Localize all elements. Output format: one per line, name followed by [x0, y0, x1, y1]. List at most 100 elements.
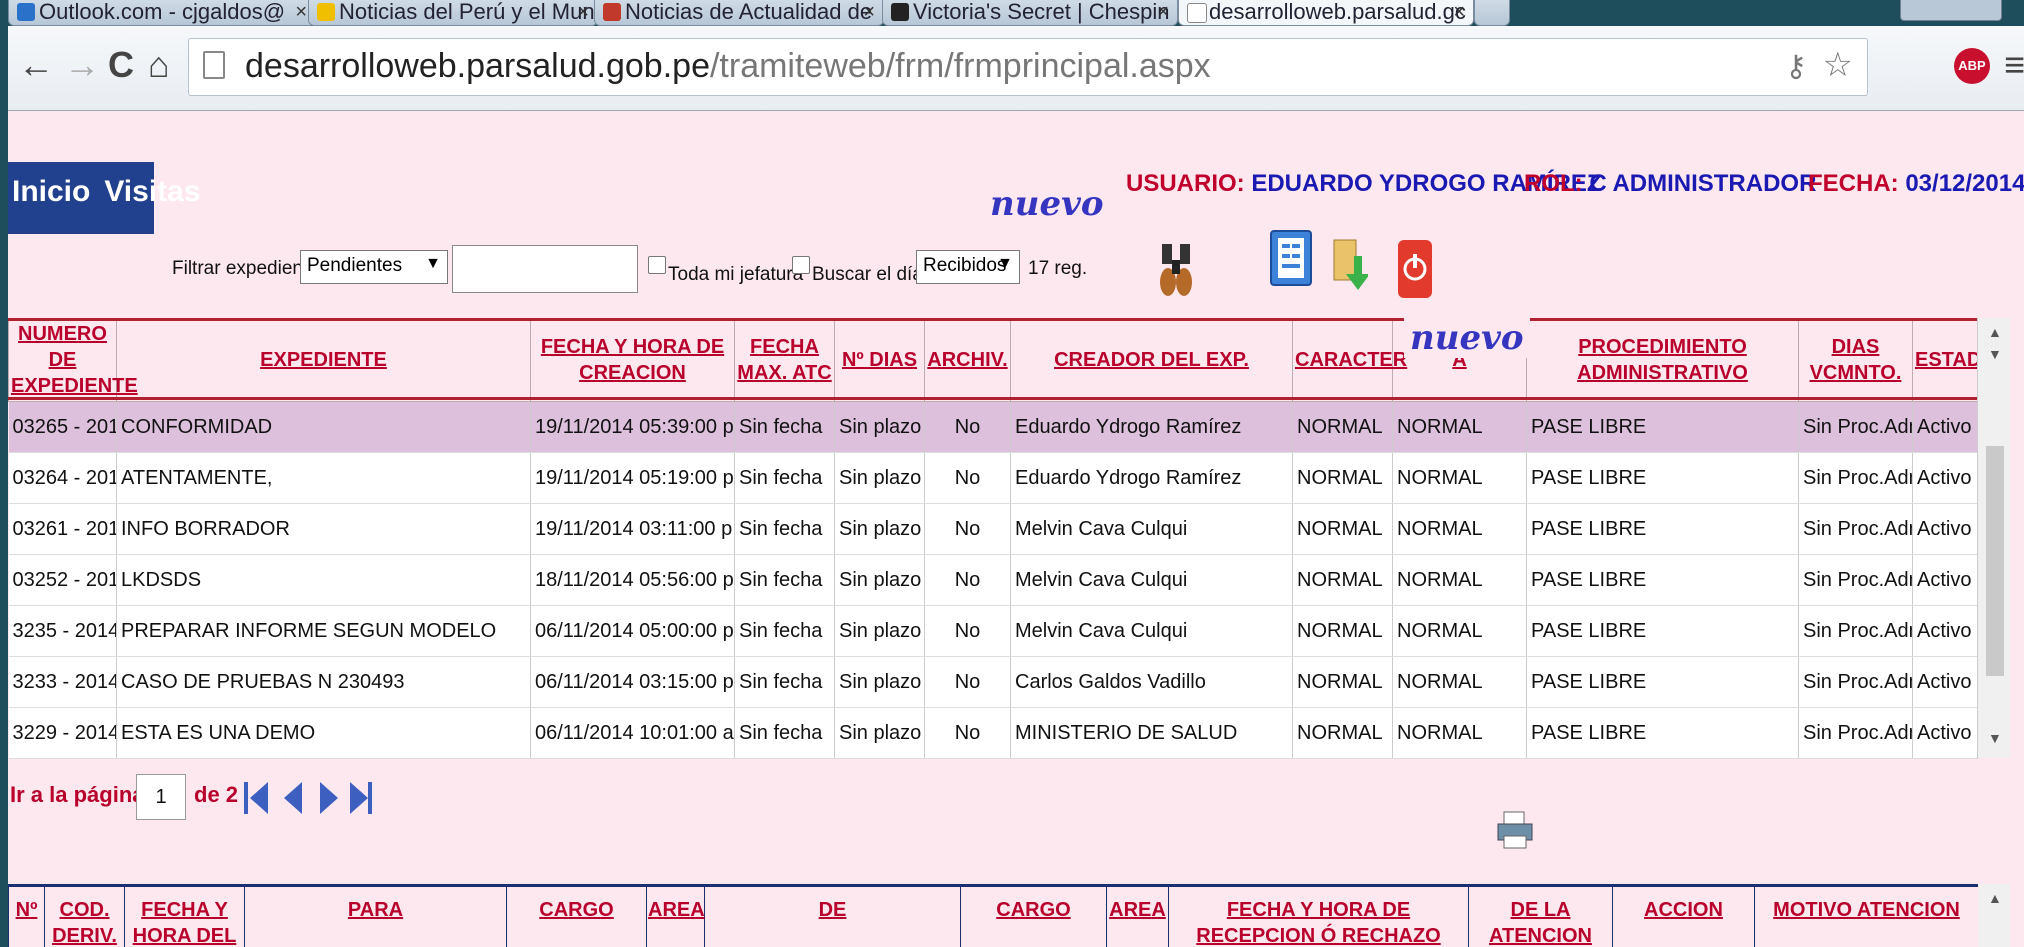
power-icon[interactable]	[1398, 240, 1432, 298]
table-row[interactable]: 03261 - 2014INFO BORRADOR19/11/2014 03:1…	[8, 503, 1979, 555]
column-header[interactable]: ACCION	[1612, 884, 1755, 947]
table-cell: Sin fecha	[734, 656, 835, 708]
table-cell: NORMAL	[1292, 707, 1393, 759]
menu-visitas[interactable]: Visitas	[104, 175, 200, 208]
column-header[interactable]: AREA	[646, 884, 705, 947]
column-header[interactable]: CREADOR DEL EXP.	[1010, 318, 1293, 402]
expedientes-table: NUMERO DE EXPEDIENTE EXPEDIENTE FECHA Y HO…	[8, 318, 1997, 759]
table-cell: Sin fecha	[734, 554, 835, 606]
column-header[interactable]: DIAS VCMNTO.	[1798, 318, 1913, 402]
column-header[interactable]: FECHA Y HORA DEL ENVIO	[124, 884, 245, 947]
filter-input[interactable]	[452, 245, 638, 293]
prev-page-icon[interactable]	[284, 782, 302, 814]
scroll-up-icon[interactable]: ▲	[1988, 324, 2002, 340]
column-header[interactable]: ESTADO	[1912, 318, 1997, 402]
table-row[interactable]: 3229 - 2014 ESTA ES UNA DEMO 06/11/2014 10…	[8, 707, 1979, 759]
buscar-dia-checkbox[interactable]	[792, 256, 810, 274]
column-header[interactable]: DE LA ATENCION	[1468, 884, 1613, 947]
table-scrollbar[interactable]: ▲ ▼ ▼	[1977, 318, 2010, 758]
document-list-icon[interactable]	[1270, 230, 1312, 286]
address-bar[interactable]: desarrolloweb.parsalud.gob.pe/tramiteweb…	[188, 38, 1868, 96]
table-cell: Sin plazo	[834, 503, 925, 555]
tipo-select[interactable]: Recibidos	[916, 250, 1020, 284]
tab-parsalud[interactable]: desarrolloweb.parsalud.gc ×	[1178, 0, 1474, 26]
table2-scrollbar[interactable]: ▲	[1978, 884, 2010, 947]
table-row[interactable]: 03264 - 2014ATENTAMENTE,19/11/2014 05:19…	[8, 452, 1979, 504]
page-input[interactable]: 1	[136, 774, 186, 820]
menu-icon[interactable]: ≡	[2004, 44, 2024, 86]
table-row[interactable]: 3235 - 2014 PREPARAR INFORME SEGUN MODELO…	[8, 605, 1979, 657]
tab-outlook[interactable]: Outlook.com - cjgaldos@ ×	[8, 0, 316, 26]
scroll-thumb[interactable]	[1986, 446, 2004, 676]
first-page-icon[interactable]	[250, 782, 268, 814]
table-cell: 03252 - 2014	[8, 554, 117, 606]
table-cell: Sin fecha	[734, 452, 835, 504]
table-row[interactable]: 3233 - 2014 CASO DE PRUEBAS N 230493 06/11…	[8, 656, 1979, 708]
printer-icon[interactable]	[1496, 810, 1534, 850]
last-page-icon[interactable]	[350, 782, 368, 814]
adblock-icon[interactable]: ABP	[1954, 48, 1990, 84]
column-header[interactable]: ARCHIV.	[924, 318, 1011, 402]
tab-victorias-secret[interactable]: Victoria's Secret | Chespin ×	[882, 0, 1178, 26]
close-icon[interactable]: ×	[863, 0, 875, 24]
back-icon[interactable]: ←	[18, 44, 54, 86]
table-cell: NORMAL	[1392, 554, 1527, 606]
table-row[interactable]: 03265 - 2014CONFORMIDAD19/11/2014 05:39:…	[8, 401, 1979, 453]
next-page-icon[interactable]	[320, 782, 338, 814]
filter-select[interactable]: Pendientes	[300, 250, 448, 284]
column-header[interactable]: PROCEDIMIENTO ADMINISTRATIVO	[1526, 318, 1799, 402]
reload-icon[interactable]: C	[108, 44, 134, 86]
close-icon[interactable]: ×	[577, 0, 589, 24]
column-header[interactable]: FECHA Y HORA DE CREACION	[530, 318, 735, 402]
column-header[interactable]: FECHA Y HORA DE RECEPCION Ó RECHAZO	[1168, 884, 1469, 947]
download-icon[interactable]	[1332, 236, 1370, 294]
column-header[interactable]: AREA	[1106, 884, 1169, 947]
scroll-down-icon[interactable]: ▼	[1988, 346, 2002, 362]
nuevo-label: nuevo	[1404, 318, 1530, 358]
column-header[interactable]: Nº	[8, 884, 45, 947]
menu-inicio[interactable]: Inicio	[12, 175, 90, 208]
column-header[interactable]: NUMERO DE EXPEDIENTE	[8, 318, 138, 402]
star-icon[interactable]: ☆	[1823, 45, 1853, 85]
first-page-bar	[244, 782, 248, 814]
page-icon	[1187, 3, 1207, 23]
close-icon[interactable]: ×	[295, 0, 307, 24]
scroll-up-icon[interactable]: ▲	[1988, 890, 2002, 906]
close-icon[interactable]: ×	[1157, 0, 1169, 24]
binoculars-icon[interactable]	[1160, 240, 1192, 302]
tab-noticias-actualidad[interactable]: Noticias de Actualidad de ×	[594, 0, 884, 26]
news-icon	[603, 3, 621, 21]
table-cell: Melvin Cava Culqui	[1010, 503, 1293, 555]
table-cell: Sin Proc.Adm.	[1798, 503, 1913, 555]
forward-icon[interactable]: →	[64, 44, 100, 86]
column-header[interactable]: CARGO	[506, 884, 647, 947]
close-icon[interactable]: ×	[1453, 0, 1465, 24]
column-header[interactable]: PARA	[244, 884, 507, 947]
table-cell: Sin Proc.Adm.	[1798, 554, 1913, 606]
column-header[interactable]: DE	[704, 884, 961, 947]
url-path: /tramiteweb/frm/frmprincipal.aspx	[709, 47, 1211, 85]
key-icon[interactable]: ⚷	[1785, 49, 1807, 84]
table-cell: Activo	[1912, 401, 1979, 453]
tab-noticias-peru[interactable]: Noticias del Perú y el Mun ×	[308, 0, 598, 26]
toda-jefatura-checkbox[interactable]	[648, 256, 666, 274]
table-row[interactable]: 03252 - 2014LKDSDS18/11/2014 05:56:00 p.…	[8, 554, 1979, 606]
window-controls[interactable]	[1900, 0, 2002, 21]
table-cell: No	[924, 605, 1011, 657]
column-header[interactable]: CARACTER	[1292, 318, 1407, 402]
scroll-down-icon[interactable]: ▼	[1988, 730, 2002, 746]
table-cell: No	[924, 656, 1011, 708]
column-header[interactable]: MOTIVO ATENCION	[1754, 884, 1979, 947]
column-header[interactable]: COD. DERIV.	[44, 884, 125, 947]
table-cell: Sin plazo	[834, 452, 925, 504]
column-header[interactable]: EXPEDIENTE	[116, 318, 531, 402]
table-cell: NORMAL	[1292, 503, 1393, 555]
column-header[interactable]: Nº DIAS	[834, 318, 925, 402]
table-cell: NORMAL	[1392, 656, 1527, 708]
home-icon[interactable]: ⌂	[148, 44, 170, 86]
column-header[interactable]: FECHA MAX. ATC	[734, 318, 835, 402]
column-header[interactable]: CARGO	[960, 884, 1107, 947]
news-icon	[317, 3, 335, 21]
table-cell: NORMAL	[1292, 656, 1393, 708]
new-tab-button[interactable]	[1474, 0, 1510, 26]
